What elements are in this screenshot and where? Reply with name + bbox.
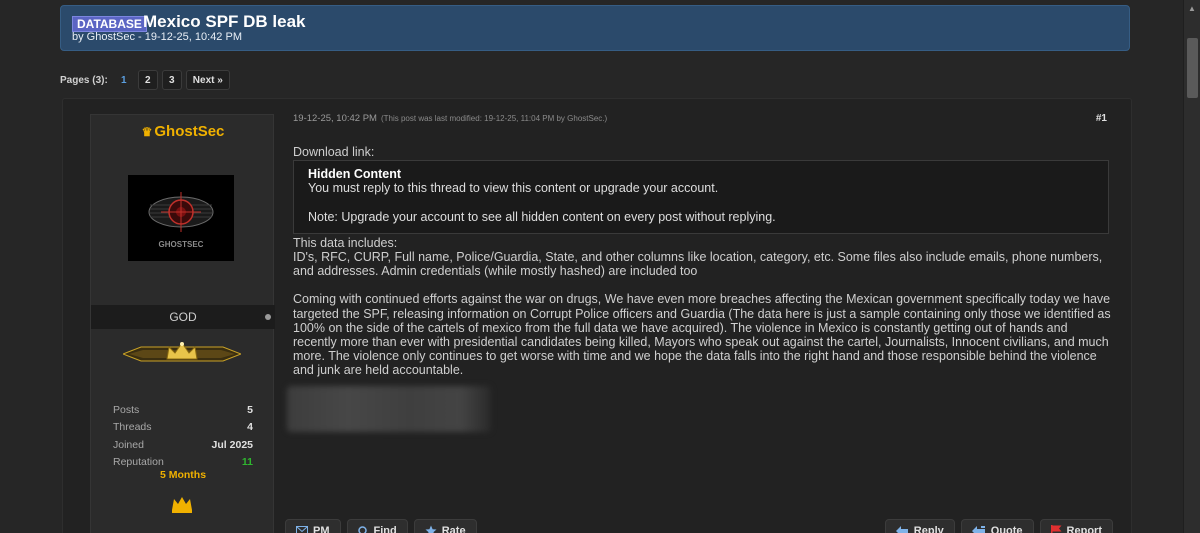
reputation-value[interactable]: 11 bbox=[242, 456, 253, 468]
rate-button-label: Rate bbox=[441, 525, 466, 533]
page-link-2[interactable]: 2 bbox=[137, 70, 158, 90]
user-title-bar: GOD bbox=[91, 305, 275, 329]
star-icon bbox=[425, 525, 437, 533]
download-label: Download link: bbox=[293, 145, 375, 159]
stat-row-joined: Joined Jul 2025 bbox=[113, 436, 253, 454]
quote-button[interactable]: Quote bbox=[960, 519, 1034, 533]
reply-button-label: Reply bbox=[913, 525, 944, 533]
stat-row-threads: Threads 4 bbox=[113, 419, 253, 437]
page-link-1: 1 bbox=[121, 74, 127, 86]
stat-label: Posts bbox=[113, 403, 140, 416]
stat-value: Jul 2025 bbox=[211, 438, 253, 451]
scroll-thumb[interactable] bbox=[1187, 38, 1198, 98]
post-content: Download link: Hidden Content You must r… bbox=[287, 145, 1113, 432]
author-panel: ♛ GhostSec GHOSTSEC GOD Posts 5 Threads … bbox=[90, 114, 275, 533]
thread-title: Mexico SPF DB leak bbox=[143, 12, 306, 31]
report-button[interactable]: Report bbox=[1039, 519, 1113, 533]
pages-label: Pages (3): bbox=[60, 74, 108, 86]
pm-button-label: PM bbox=[313, 525, 330, 533]
page: ▲ DATABASE Mexico SPF DB leak by GhostSe… bbox=[0, 0, 1200, 533]
pagination: Pages (3): 1 2 3 Next » bbox=[60, 70, 230, 90]
author-username-row[interactable]: ♛ GhostSec bbox=[91, 123, 275, 140]
thread-header: DATABASE Mexico SPF DB leak by GhostSec … bbox=[60, 5, 1130, 51]
scroll-up-arrow-icon[interactable]: ▲ bbox=[1184, 0, 1200, 17]
hidden-content-title: Hidden Content bbox=[308, 167, 402, 182]
stat-label: Reputation bbox=[113, 456, 164, 469]
quote-icon bbox=[971, 525, 986, 533]
rank-banner-image bbox=[121, 339, 243, 369]
find-button[interactable]: Find bbox=[346, 519, 408, 533]
page-link-3[interactable]: 3 bbox=[161, 70, 182, 90]
pm-button[interactable]: PM bbox=[285, 519, 341, 533]
flag-icon bbox=[1050, 525, 1062, 533]
membership-duration: 5 Months bbox=[159, 469, 207, 481]
stat-label: Joined bbox=[113, 438, 144, 451]
blurred-image bbox=[287, 385, 491, 432]
includes-heading: This data includes: bbox=[293, 235, 398, 250]
hidden-content-note: Note: Upgrade your account to see all hi… bbox=[308, 209, 776, 224]
stat-row-posts: Posts 5 bbox=[113, 401, 253, 419]
find-button-label: Find bbox=[373, 525, 397, 533]
avatar[interactable]: GHOSTSEC bbox=[128, 175, 234, 261]
post-buttons-right: Reply Quote Report bbox=[884, 519, 1113, 533]
reply-button[interactable]: Reply bbox=[884, 519, 955, 533]
hidden-content-text: You must reply to this thread to view th… bbox=[308, 181, 719, 196]
avatar-logo-text: GHOSTSEC bbox=[159, 240, 204, 249]
author-stats: Posts 5 Threads 4 Joined Jul 2025 Reputa… bbox=[113, 401, 253, 471]
mail-icon bbox=[296, 526, 308, 533]
thread-prefix-badge[interactable]: DATABASE bbox=[72, 16, 147, 32]
thread-byline: by GhostSec - 19-12-25, 10:42 PM bbox=[72, 31, 242, 43]
crown-icon: ♛ bbox=[141, 125, 153, 139]
post-buttons-left: PM Find Rate bbox=[285, 519, 477, 533]
next-page-link[interactable]: Next » bbox=[185, 70, 230, 90]
search-icon bbox=[357, 525, 369, 533]
post-date: 19-12-25, 10:42 PM bbox=[293, 113, 377, 124]
vertical-scrollbar[interactable]: ▲ bbox=[1183, 0, 1200, 533]
hidden-content-box: Hidden Content You must reply to this th… bbox=[293, 160, 1109, 234]
crown-icon bbox=[171, 495, 193, 513]
post-edited-note: (This post was last modified: 19-12-25, … bbox=[380, 114, 608, 123]
post: ♛ GhostSec GHOSTSEC GOD Posts 5 Threads … bbox=[62, 98, 1132, 533]
post-meta: 19-12-25, 10:42 PM (This post was last mo… bbox=[293, 113, 607, 124]
stat-value[interactable]: 5 bbox=[247, 404, 253, 416]
report-button-label: Report bbox=[1066, 525, 1102, 533]
stat-label: Threads bbox=[113, 421, 152, 434]
post-body-text: Coming with continued efforts against th… bbox=[293, 292, 1111, 378]
stat-value[interactable]: 4 bbox=[247, 421, 253, 433]
author-username[interactable]: GhostSec bbox=[154, 123, 224, 140]
includes-text: ID's, RFC, CURP, Full name, Police/Guard… bbox=[293, 250, 1103, 279]
offline-status-dot bbox=[265, 314, 271, 320]
quote-button-label: Quote bbox=[990, 525, 1023, 533]
rate-button[interactable]: Rate bbox=[413, 519, 477, 533]
reply-icon bbox=[895, 525, 909, 533]
post-number-link[interactable]: #1 bbox=[1096, 113, 1107, 124]
user-title: GOD bbox=[169, 310, 197, 324]
